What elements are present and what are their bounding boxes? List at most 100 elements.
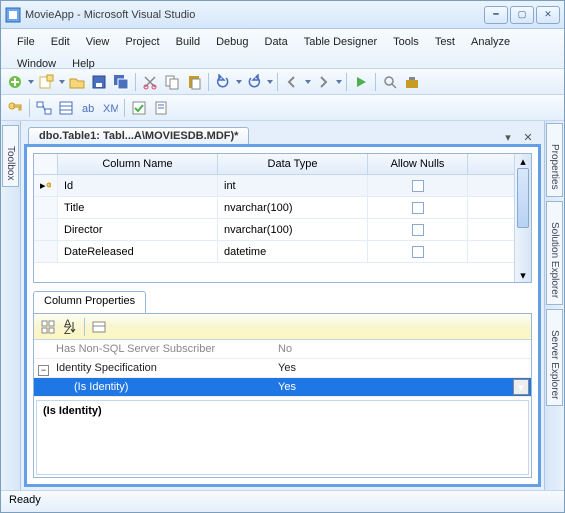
property-row-selected[interactable]: (Is Identity) Yes ▾ (34, 378, 531, 397)
indexes-icon[interactable] (56, 98, 76, 118)
add-dropdown-icon[interactable] (59, 80, 65, 84)
title-bar[interactable]: MovieApp - Microsoft Visual Studio ━ ▢ ✕ (1, 1, 564, 29)
property-name: Has Non-SQL Server Subscriber (34, 343, 274, 355)
primary-key-icon[interactable] (5, 98, 25, 118)
property-row[interactable]: −Identity Specification Yes (34, 359, 531, 378)
menu-tools[interactable]: Tools (385, 31, 427, 53)
fulltext-icon[interactable]: ab (78, 98, 98, 118)
cell-column-name[interactable]: Title (58, 197, 218, 218)
cell-allow-nulls[interactable] (368, 175, 468, 196)
paste-icon[interactable] (184, 72, 204, 92)
save-icon[interactable] (89, 72, 109, 92)
menu-table-designer[interactable]: Table Designer (296, 31, 385, 53)
new-project-icon[interactable] (5, 72, 25, 92)
add-item-icon[interactable] (36, 72, 56, 92)
document-tab[interactable]: dbo.Table1: Tabl...A\MOVIESDB.MDF)* (28, 127, 249, 144)
close-button[interactable]: ✕ (536, 6, 560, 24)
nav-back-icon[interactable] (282, 72, 302, 92)
menu-file[interactable]: File (9, 31, 43, 53)
copy-icon[interactable] (162, 72, 182, 92)
undo-icon[interactable] (213, 72, 233, 92)
start-debug-icon[interactable] (351, 72, 371, 92)
tab-dropdown-icon[interactable]: ▾ (501, 130, 515, 144)
undo-dropdown-icon[interactable] (236, 80, 242, 84)
column-properties-tab[interactable]: Column Properties (33, 291, 146, 313)
redo-dropdown-icon[interactable] (267, 80, 273, 84)
redo-icon[interactable] (244, 72, 264, 92)
find-icon[interactable] (380, 72, 400, 92)
toolbar-separator (84, 318, 85, 336)
cell-data-type[interactable]: int (218, 175, 368, 196)
alphabetical-icon[interactable]: AZ (60, 317, 80, 337)
cell-data-type[interactable]: nvarchar(100) (218, 219, 368, 240)
scroll-up-icon[interactable]: ▴ (515, 154, 531, 168)
header-data-type[interactable]: Data Type (218, 154, 368, 174)
new-dropdown-icon[interactable] (28, 80, 34, 84)
table-row[interactable]: ▸ Id int (34, 175, 514, 197)
nav-dropdown-icon[interactable] (305, 80, 311, 84)
row-selector-icon[interactable]: ▸ (34, 175, 58, 196)
row-selector-icon[interactable] (34, 197, 58, 218)
save-all-icon[interactable] (111, 72, 131, 92)
minimize-button[interactable]: ━ (484, 6, 508, 24)
menu-build[interactable]: Build (168, 31, 208, 53)
checkbox-icon[interactable] (412, 202, 424, 214)
relationships-icon[interactable] (34, 98, 54, 118)
toolbox-tab[interactable]: Toolbox (2, 125, 19, 187)
cell-data-type[interactable]: nvarchar(100) (218, 197, 368, 218)
table-row[interactable]: Director nvarchar(100) (34, 219, 514, 241)
cell-data-type[interactable]: datetime (218, 241, 368, 262)
vertical-scrollbar[interactable]: ▴ ▾ (514, 154, 531, 282)
checkbox-icon[interactable] (412, 180, 424, 192)
scroll-down-icon[interactable]: ▾ (515, 268, 531, 282)
table-designer-grid: Column Name Data Type Allow Nulls ▸ Id i… (33, 153, 532, 283)
cell-column-name[interactable]: DateReleased (58, 241, 218, 262)
menu-project[interactable]: Project (117, 31, 167, 53)
menu-debug[interactable]: Debug (208, 31, 256, 53)
nav-dropdown-icon[interactable] (336, 80, 342, 84)
xml-index-icon[interactable]: XML (100, 98, 120, 118)
property-name: −Identity Specification (34, 362, 274, 374)
maximize-button[interactable]: ▢ (510, 6, 534, 24)
menu-view[interactable]: View (78, 31, 118, 53)
cell-column-name[interactable]: Director (58, 219, 218, 240)
checkbox-icon[interactable] (412, 224, 424, 236)
properties-tab[interactable]: Properties (546, 123, 563, 197)
cut-icon[interactable] (140, 72, 160, 92)
cell-allow-nulls[interactable] (368, 241, 468, 262)
cell-column-name[interactable]: Id (58, 175, 218, 196)
menu-bar: File Edit View Project Build Debug Data … (1, 29, 564, 69)
row-selector-icon[interactable] (34, 219, 58, 240)
column-properties-panel: Column Properties AZ Has Non-SQL Server … (33, 291, 532, 478)
checkbox-icon[interactable] (412, 246, 424, 258)
header-allow-nulls[interactable]: Allow Nulls (368, 154, 468, 174)
toolbox-icon[interactable] (402, 72, 422, 92)
dropdown-icon[interactable]: ▾ (513, 379, 529, 395)
menu-test[interactable]: Test (427, 31, 463, 53)
menu-edit[interactable]: Edit (43, 31, 78, 53)
generate-script-icon[interactable] (151, 98, 171, 118)
cell-allow-nulls[interactable] (368, 219, 468, 240)
tab-close-icon[interactable]: ✕ (521, 130, 535, 144)
menu-data[interactable]: Data (257, 31, 296, 53)
open-icon[interactable] (67, 72, 87, 92)
properties-icon[interactable] (89, 317, 109, 337)
properties-toolbar: AZ (34, 314, 531, 340)
server-explorer-tab[interactable]: Server Explorer (546, 309, 563, 406)
table-row[interactable]: Title nvarchar(100) (34, 197, 514, 219)
property-grid: Has Non-SQL Server Subscriber No −Identi… (34, 340, 531, 398)
categorized-icon[interactable] (38, 317, 58, 337)
property-row[interactable]: Has Non-SQL Server Subscriber No (34, 340, 531, 359)
table-row[interactable]: DateReleased datetime (34, 241, 514, 263)
header-column-name[interactable]: Column Name (58, 154, 218, 174)
row-selector-icon[interactable] (34, 241, 58, 262)
solution-explorer-tab[interactable]: Solution Explorer (546, 201, 563, 305)
scrollbar-thumb[interactable] (517, 168, 529, 228)
menu-analyze[interactable]: Analyze (463, 31, 518, 53)
check-constraint-icon[interactable] (129, 98, 149, 118)
cell-allow-nulls[interactable] (368, 197, 468, 218)
property-value[interactable]: Yes (274, 381, 513, 393)
toolbar-separator (375, 73, 376, 91)
collapse-icon[interactable]: − (38, 365, 49, 376)
nav-fwd-icon[interactable] (313, 72, 333, 92)
